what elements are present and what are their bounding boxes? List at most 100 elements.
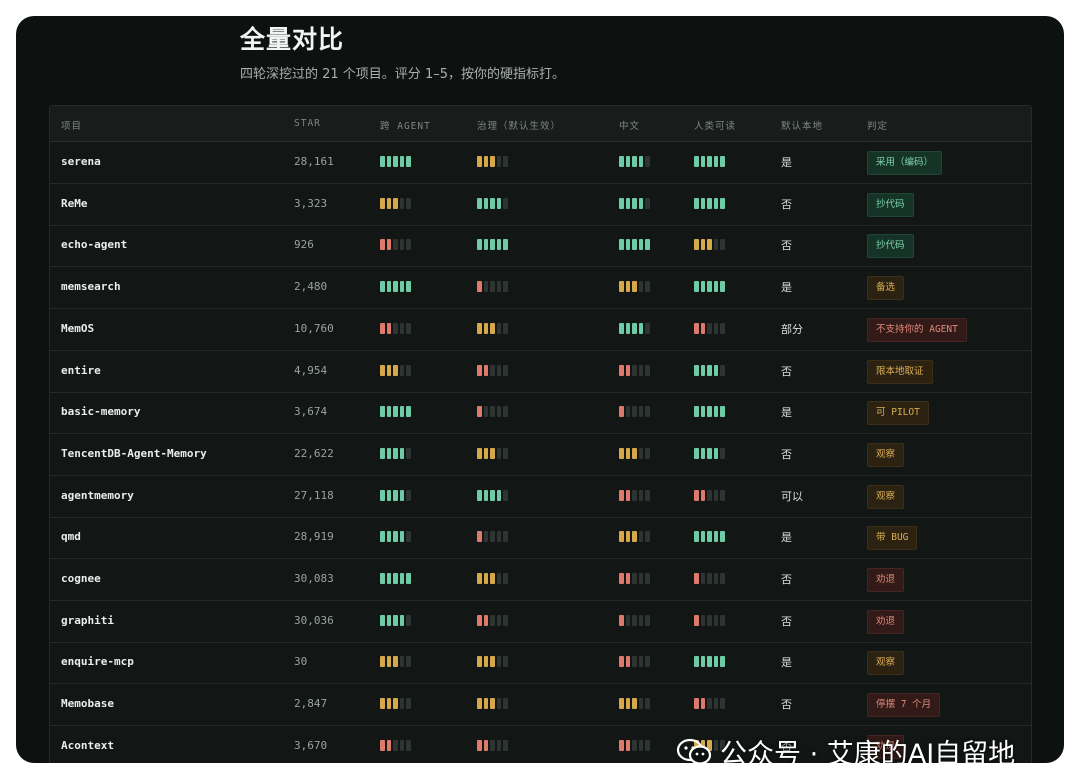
score-segment (393, 489, 398, 501)
cross-agent-score (380, 281, 411, 293)
wechat-icon (676, 738, 712, 763)
score-segment (483, 447, 489, 459)
score-segment (625, 197, 631, 209)
score-segment (700, 156, 706, 167)
local-default-value: 是 (781, 406, 792, 420)
star-count: 2,847 (294, 697, 328, 711)
table-row[interactable]: qmd 28,919 是 带 BUG (50, 517, 1031, 560)
chinese-score (619, 239, 650, 251)
table-row[interactable]: ReMe 3,323 否 抄代码 (50, 184, 1031, 226)
score-segment (386, 489, 392, 501)
score-segment (638, 531, 644, 543)
score-segment (483, 281, 489, 293)
score-segment (406, 489, 411, 501)
score-segment (619, 322, 624, 334)
score-segment (694, 406, 699, 418)
col-header-human-readable[interactable]: 人类可读 (694, 118, 736, 132)
score-segment (625, 447, 631, 459)
score-segment (694, 573, 699, 584)
table-row[interactable]: serena 28,161 是 采用（编码） (50, 142, 1031, 184)
cross-agent-score (380, 239, 411, 251)
score-segment (406, 573, 411, 584)
score-segment (632, 364, 637, 376)
score-segment (638, 239, 644, 251)
col-header-project[interactable]: 项目 (61, 118, 82, 132)
score-segment (713, 489, 719, 501)
score-segment (386, 197, 392, 209)
score-segment (477, 739, 482, 751)
col-header-chinese[interactable]: 中文 (619, 118, 640, 132)
score-segment (645, 489, 650, 501)
score-segment (625, 614, 631, 626)
score-segment (638, 281, 644, 293)
cross-agent-score (380, 322, 411, 334)
table-row[interactable]: enquire-mcp 30 是 观察 (50, 642, 1031, 685)
score-segment (503, 197, 508, 209)
score-segment (406, 197, 411, 209)
watermark-text: 公众号 · 艾康的AI自留地 (720, 739, 1016, 763)
col-header-verdict[interactable]: 判定 (867, 118, 888, 132)
table-row[interactable]: graphiti 30,036 否 劝退 (50, 601, 1031, 643)
score-segment (619, 156, 624, 167)
score-segment (399, 156, 405, 167)
table-row[interactable]: memsearch 2,480 是 备选 (50, 267, 1031, 310)
project-name: agentmemory (61, 488, 134, 502)
score-segment (380, 739, 385, 751)
table-row[interactable]: basic-memory 3,674 是 可 PILOT (50, 392, 1031, 435)
table-row[interactable]: MemOS 10,760 部分 不支持你的 AGENT (50, 309, 1031, 351)
col-header-cross-agent[interactable]: 跨 AGENT (380, 118, 431, 132)
chinese-score (619, 197, 650, 209)
table-row[interactable]: entire 4,954 否 限本地取证 (50, 351, 1031, 393)
score-segment (645, 406, 650, 418)
score-segment (700, 239, 706, 251)
score-segment (399, 447, 405, 459)
score-segment (496, 614, 502, 626)
project-name: echo-agent (61, 238, 128, 252)
score-segment (386, 614, 392, 626)
score-segment (393, 156, 398, 167)
score-segment (393, 656, 398, 668)
table-row[interactable]: echo-agent 926 否 抄代码 (50, 225, 1031, 268)
col-header-governance[interactable]: 治理（默认生效） (477, 118, 561, 132)
score-segment (713, 406, 719, 418)
score-segment (720, 531, 725, 543)
score-segment (386, 322, 392, 334)
score-segment (483, 739, 489, 751)
col-header-local-default[interactable]: 默认本地 (781, 118, 823, 132)
score-segment (700, 197, 706, 209)
table-row[interactable]: cognee 30,083 否 劝退 (50, 559, 1031, 601)
score-segment (632, 614, 637, 626)
score-segment (380, 197, 385, 209)
verdict-badge: 观察 (867, 484, 905, 509)
governance-score (477, 281, 508, 293)
col-header-star[interactable]: STAR (294, 118, 321, 129)
human-readable-score (694, 447, 725, 459)
score-segment (713, 656, 719, 668)
score-segment (496, 489, 502, 501)
score-segment (694, 447, 699, 459)
score-segment (632, 489, 637, 501)
score-segment (645, 197, 650, 209)
score-segment (399, 739, 405, 751)
chinese-score (619, 447, 650, 459)
local-default-value: 否 (781, 573, 792, 586)
score-segment (503, 406, 508, 418)
governance-score (477, 698, 508, 710)
governance-score (477, 322, 508, 334)
score-segment (399, 614, 405, 626)
score-segment (619, 447, 624, 459)
score-segment (625, 489, 631, 501)
chinese-score (619, 573, 650, 584)
score-segment (380, 614, 385, 626)
project-name: basic-memory (61, 405, 141, 419)
score-segment (625, 156, 631, 167)
table-row[interactable]: agentmemory 27,118 可以 观察 (50, 476, 1031, 518)
score-segment (720, 364, 725, 376)
table-row[interactable]: TencentDB-Agent-Memory 22,622 否 观察 (50, 434, 1031, 476)
score-segment (406, 531, 411, 543)
score-segment (483, 573, 489, 584)
score-segment (700, 322, 706, 334)
score-segment (380, 239, 385, 251)
table-row[interactable]: Memobase 2,847 否 停摆 7 个月 (50, 684, 1031, 727)
human-readable-score (694, 156, 725, 167)
